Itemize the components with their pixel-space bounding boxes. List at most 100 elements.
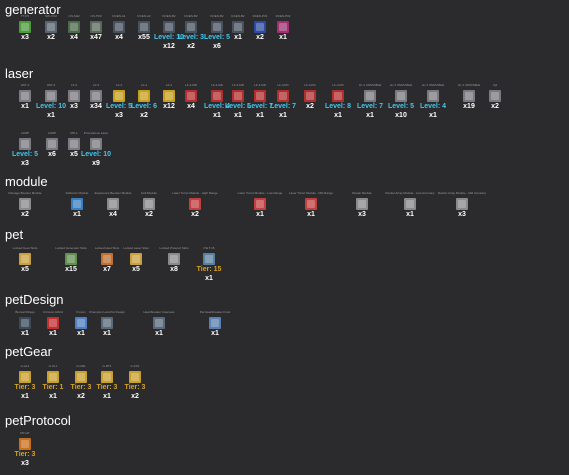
item-count: x1 [103, 393, 111, 400]
item-name: Damage Booster Module [8, 191, 42, 195]
lock-icon [101, 253, 113, 265]
item-name: Laser Turret Module - Low Range [237, 191, 283, 195]
inventory-item[interactable]: Xpl x2 [475, 83, 515, 111]
item-name: HST-1 [20, 83, 30, 87]
item-count: x4 [109, 211, 117, 218]
inventory-item[interactable]: Experience Booster Module x4 [93, 191, 133, 219]
inventory-item[interactable]: Pet Heartbreaker Frost x1 [195, 310, 235, 338]
item-count: x3 [358, 211, 366, 218]
inventory-item[interactable]: Locked Laser Slots x5 [116, 246, 156, 274]
inventory-item[interactable]: DCEN-P02 x1 [263, 14, 303, 42]
module-icon [143, 198, 155, 210]
item-level: Level: 5 [387, 103, 415, 110]
inventory-item[interactable]: Rocket Array Module - Low Accuracy x1 [385, 191, 434, 219]
inventory-item[interactable]: Rocket Array Module - Mid Accuracy x3 [438, 191, 486, 219]
inventory-item[interactable]: Damage Booster Module x2 [5, 191, 45, 219]
item-name: Bonsai Mirage [15, 310, 35, 314]
item-count: x2 [77, 393, 85, 400]
item-count: x1 [366, 112, 374, 119]
laser-icon [19, 90, 31, 102]
item-name: LF-4-PD [332, 83, 344, 87]
inventory-item[interactable]: Deflector Module x1 [57, 191, 97, 219]
item-count: x15 [65, 266, 77, 273]
laser-icon [277, 90, 289, 102]
inventory-item[interactable]: Laser Turret Module - Mid Range x1 [289, 191, 333, 219]
item-level: Level: 4 [419, 103, 447, 110]
item-name: Locked Generator Slots [55, 246, 87, 250]
item-count: x2 [131, 393, 139, 400]
pet-design-icon [101, 317, 113, 329]
item-name: P.E.T.15 [203, 246, 215, 250]
lock-icon [19, 253, 31, 265]
item-count: x2 [21, 211, 29, 218]
module-icon [107, 198, 119, 210]
inventory-item[interactable]: P.E.T.15 Tier: 15 x1 [189, 246, 229, 283]
laser-icon [364, 90, 376, 102]
item-name: G-KK1 [130, 364, 140, 368]
section-title: petProtocol [5, 413, 71, 428]
item-count: x1 [21, 330, 29, 337]
item-count: x4 [115, 34, 123, 41]
item-count: x1 [279, 112, 287, 119]
laser-icon [332, 90, 344, 102]
module-icon [189, 198, 201, 210]
item-count: x1 [155, 330, 163, 337]
inventory-item[interactable]: Champion Lara Pet Design x1 [87, 310, 127, 338]
inventory-item[interactable]: Laser Turret Module - High Range x2 [172, 191, 217, 219]
section-title: module [5, 174, 48, 189]
item-name: LF-4-MD [185, 83, 197, 87]
pet-gear-icon [75, 371, 87, 383]
inventory-item[interactable]: G-KK1 Tier: 3 x2 [115, 364, 155, 401]
item-tier: Tier: 15 [196, 266, 222, 273]
item-name: Crimson Hibrid [43, 310, 63, 314]
item-name: G-RT1 [102, 364, 112, 368]
inventory-item[interactable]: Prometheus Laser Level: 10 x9 [76, 131, 116, 168]
inventory-item[interactable]: Locked Gear Slots x5 [5, 246, 45, 274]
item-name: LF-4 UNSTABLE [389, 83, 413, 87]
item-count: x3 [21, 460, 29, 467]
inventory-item[interactable]: PR-HT Tier: 3 x3 [5, 431, 45, 468]
item-level: Level: 7 [356, 103, 384, 110]
item-count: x1 [103, 330, 111, 337]
item-count: x4 [187, 103, 195, 110]
item-name: Rocket Array Module - Low Accuracy [385, 191, 435, 195]
item-name: LF-4-PD [277, 83, 289, 87]
item-count: x19 [463, 103, 475, 110]
item-name: Heartbreaker Cuteness [143, 310, 175, 314]
inventory-item[interactable]: Laser Turret Module - Low Range x1 [237, 191, 283, 219]
inventory-item[interactable]: Repair Module x3 [342, 191, 382, 219]
pet-design-icon [47, 317, 59, 329]
inventory-item[interactable]: Locked Protocol Slots x8 [154, 246, 194, 274]
item-name: Pet Heartbreaker Frost [199, 310, 231, 314]
item-count: x3 [21, 160, 29, 167]
item-count: x2 [187, 43, 195, 50]
inventory-item[interactable]: LF-4 UNSTABLE Level: 4 x1 [413, 83, 453, 120]
item-name: G-AL1 [20, 364, 30, 368]
item-name: Prometheus Laser [83, 131, 109, 135]
pet-gear-icon [19, 371, 31, 383]
pet-design-icon [209, 317, 221, 329]
lock-icon [168, 253, 180, 265]
module-icon [254, 198, 266, 210]
pet-icon [203, 253, 215, 265]
generator-icon [19, 21, 31, 33]
inventory-item[interactable]: Hull Module x2 [129, 191, 169, 219]
item-count: x2 [191, 211, 199, 218]
pet-protocol-icon [19, 438, 31, 450]
item-name: Frozen [76, 310, 86, 314]
section-title: petGear [5, 344, 52, 359]
inventory-item[interactable]: Heartbreaker Cuteness x1 [139, 310, 179, 338]
laser-icon [463, 90, 475, 102]
module-icon [356, 198, 368, 210]
item-count: x1 [73, 211, 81, 218]
item-name: Repair Module [352, 191, 372, 195]
pet-gear-icon [129, 371, 141, 383]
item-name: LF-4 [140, 83, 148, 87]
inventory-item[interactable]: Locked Generator Slots x15 [51, 246, 91, 274]
module-icon [71, 198, 83, 210]
item-count: x5 [21, 266, 29, 273]
laser-icon [489, 90, 501, 102]
section-title: laser [5, 66, 34, 81]
item-name: LF-4-PD [304, 83, 316, 87]
item-name: LF-4 [115, 83, 123, 87]
